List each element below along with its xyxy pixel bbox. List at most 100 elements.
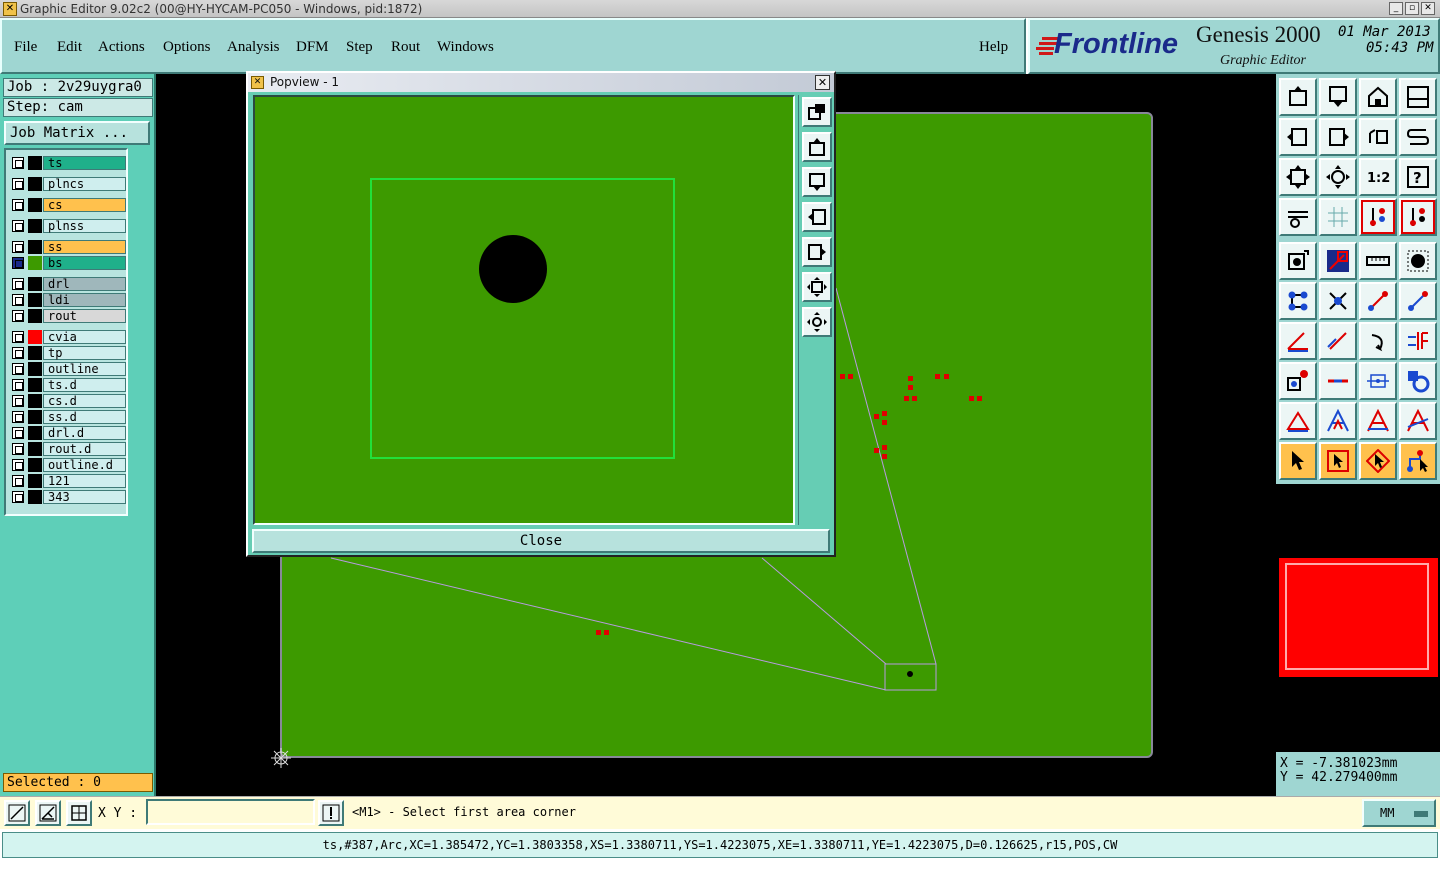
- layer-checkbox[interactable]: [12, 199, 24, 211]
- layer-name[interactable]: cvia: [43, 330, 126, 344]
- add-pad-icon[interactable]: [1279, 242, 1317, 280]
- layer-row[interactable]: cs: [9, 198, 126, 212]
- popview-titlebar[interactable]: ✕ Popview - 1: [248, 73, 834, 92]
- menu-analysis[interactable]: Analysis: [227, 39, 280, 56]
- layer-row[interactable]: ldi: [9, 293, 126, 307]
- add-line-icon[interactable]: [1319, 242, 1357, 280]
- connect-nodes-icon[interactable]: [1279, 282, 1317, 320]
- menu-windows[interactable]: Windows: [437, 39, 494, 56]
- home-up-icon[interactable]: [1279, 78, 1317, 116]
- layer-row[interactable]: ss.d: [9, 410, 126, 424]
- grid-snap-icon[interactable]: [66, 800, 92, 826]
- align-features-icon[interactable]: [1399, 322, 1437, 360]
- popview-zoom-window-icon[interactable]: [802, 97, 832, 127]
- layer-checkbox[interactable]: [12, 157, 24, 169]
- zoom-ratio-icon[interactable]: 1:2: [1359, 158, 1397, 196]
- job-matrix-button[interactable]: Job Matrix ...: [4, 121, 150, 145]
- layer-row[interactable]: rout: [9, 309, 126, 323]
- layer-name[interactable]: drl.d: [43, 426, 126, 440]
- layer-row[interactable]: plncs: [9, 177, 126, 191]
- select-area-pointer-icon[interactable]: [1359, 442, 1397, 480]
- layer-name[interactable]: outline.d: [43, 458, 126, 472]
- layer-row[interactable]: 343: [9, 490, 126, 504]
- layer-name[interactable]: ts: [43, 156, 126, 170]
- layer-name[interactable]: bs: [43, 256, 126, 270]
- minimize-button[interactable]: _: [1389, 2, 1403, 15]
- popview-pan-right-icon[interactable]: [802, 237, 832, 267]
- pan-down-icon[interactable]: [1319, 78, 1357, 116]
- menu-edit[interactable]: Edit: [57, 39, 82, 56]
- dimension-icon[interactable]: [1359, 362, 1397, 400]
- popview-pan-up-icon[interactable]: [802, 132, 832, 162]
- select-pointer-icon[interactable]: [1279, 442, 1317, 480]
- layer-checkbox[interactable]: [12, 310, 24, 322]
- layer-row[interactable]: outline: [9, 362, 126, 376]
- layer-name[interactable]: drl: [43, 277, 126, 291]
- popview-pan-down-icon[interactable]: [802, 167, 832, 197]
- layer-name[interactable]: rout: [43, 309, 126, 323]
- extend-node-icon[interactable]: [1399, 282, 1437, 320]
- text-edit-icon[interactable]: [1359, 402, 1397, 440]
- zoom-fit-icon[interactable]: [1279, 158, 1317, 196]
- layer-name[interactable]: 343: [43, 490, 126, 504]
- angle-line-icon[interactable]: [1279, 322, 1317, 360]
- menu-file[interactable]: File: [14, 39, 37, 56]
- layer-checkbox[interactable]: [12, 443, 24, 455]
- xy-input[interactable]: [146, 799, 315, 825]
- layer-checkbox[interactable]: [12, 363, 24, 375]
- measure-ruler-icon[interactable]: [1359, 242, 1397, 280]
- shapes-icon[interactable]: [1399, 362, 1437, 400]
- select-box-pointer-icon[interactable]: [1319, 442, 1357, 480]
- popview-zoom-fit-icon[interactable]: [802, 272, 832, 302]
- zoom-profile-icon[interactable]: [1319, 158, 1357, 196]
- layer-row[interactable]: plnss: [9, 219, 126, 233]
- layer-row[interactable]: ts.d: [9, 378, 126, 392]
- layer-row[interactable]: outline.d: [9, 458, 126, 472]
- layer-checkbox[interactable]: [12, 178, 24, 190]
- text-mirror-icon[interactable]: [1399, 402, 1437, 440]
- undo-view-icon[interactable]: [1359, 118, 1397, 156]
- layer-row[interactable]: 121: [9, 474, 126, 488]
- layer-checkbox[interactable]: [12, 331, 24, 343]
- layer-checkbox[interactable]: [12, 427, 24, 439]
- layer-row-active[interactable]: bs: [9, 256, 126, 270]
- menu-actions[interactable]: Actions: [98, 39, 145, 56]
- help-query-icon[interactable]: ?: [1399, 158, 1437, 196]
- select-net-pointer-icon[interactable]: [1399, 442, 1437, 480]
- layer-row[interactable]: ts: [9, 156, 126, 170]
- layer-checkbox[interactable]: [12, 278, 24, 290]
- measure-distance-icon[interactable]: [4, 800, 30, 826]
- maximize-button[interactable]: ▫: [1405, 2, 1419, 15]
- redraw-icon[interactable]: [1399, 118, 1437, 156]
- layer-row[interactable]: drl: [9, 277, 126, 291]
- overview-minimap[interactable]: [1279, 558, 1438, 677]
- menu-dfm[interactable]: DFM: [296, 39, 329, 56]
- layer-name[interactable]: plncs: [43, 177, 126, 191]
- menu-options[interactable]: Options: [163, 39, 211, 56]
- text-add-icon[interactable]: [1319, 402, 1357, 440]
- popview-zoom-profile-icon[interactable]: [802, 307, 832, 337]
- layer-row[interactable]: cvia: [9, 330, 126, 344]
- measure-angle-icon[interactable]: [35, 800, 61, 826]
- pan-left-icon[interactable]: [1279, 118, 1317, 156]
- arc-icon[interactable]: [1359, 322, 1397, 360]
- close-window-button[interactable]: ✕: [1421, 2, 1435, 15]
- layer-checkbox[interactable]: [12, 411, 24, 423]
- layer-checkbox[interactable]: [12, 220, 24, 232]
- menu-step[interactable]: Step: [346, 39, 373, 56]
- layer-name[interactable]: ss.d: [43, 410, 126, 424]
- line-segment-icon[interactable]: [1319, 362, 1357, 400]
- layer-row[interactable]: cs.d: [9, 394, 126, 408]
- layer-checkbox[interactable]: [12, 395, 24, 407]
- layer-name[interactable]: cs: [43, 198, 126, 212]
- layer-name[interactable]: ldi: [43, 293, 126, 307]
- layer-name[interactable]: 121: [43, 474, 126, 488]
- layer-name[interactable]: plnss: [43, 219, 126, 233]
- layer-row[interactable]: ss: [9, 240, 126, 254]
- layer-checkbox[interactable]: [12, 241, 24, 253]
- slash-line-icon[interactable]: [1319, 322, 1357, 360]
- snap-tool-icon[interactable]: [1279, 198, 1317, 236]
- layer-checkbox[interactable]: [12, 459, 24, 471]
- popview-canvas[interactable]: [253, 95, 795, 525]
- layer-checkbox[interactable]: [12, 257, 24, 269]
